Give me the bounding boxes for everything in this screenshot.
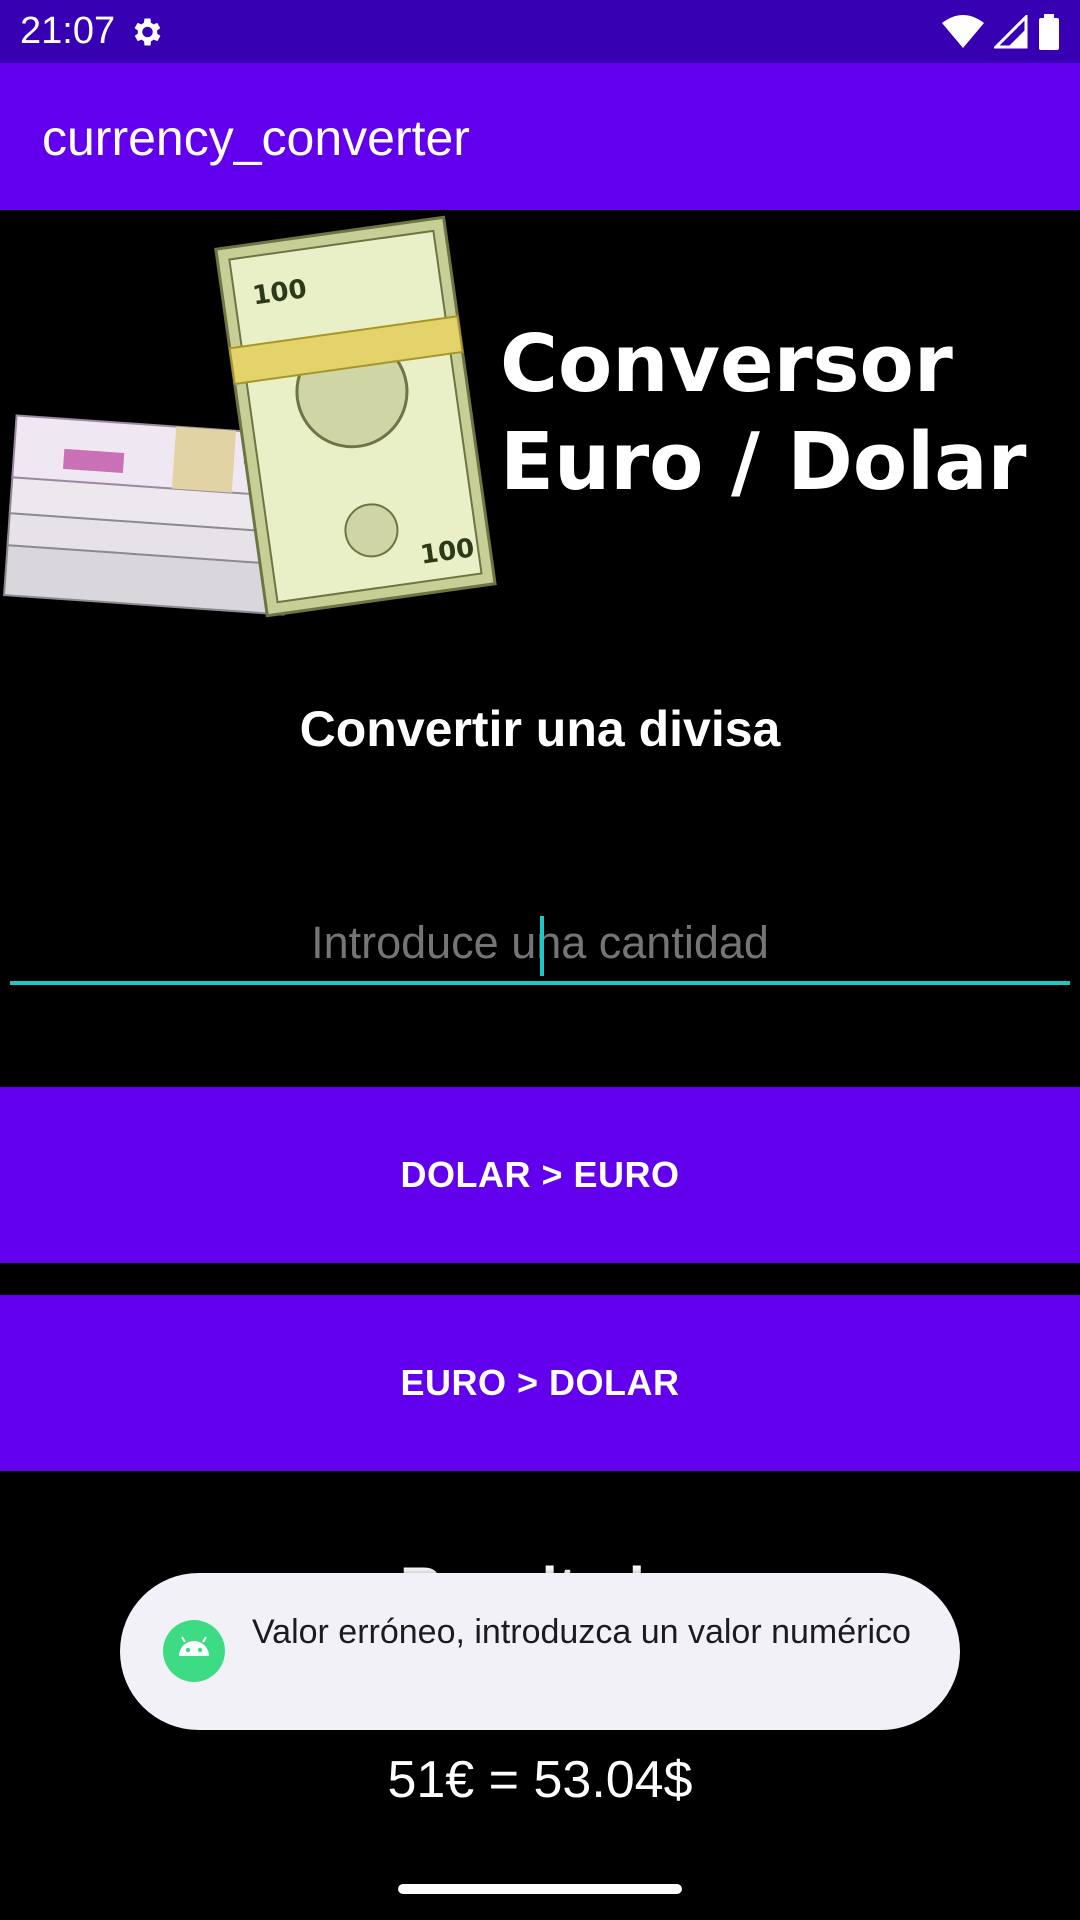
status-bar: 21:07 bbox=[0, 0, 1080, 63]
status-time: 21:07 bbox=[20, 10, 116, 52]
euro-to-dollar-button[interactable]: EURO > DOLAR bbox=[0, 1295, 1080, 1471]
cellular-signal-icon bbox=[994, 15, 1028, 49]
app-bar: currency_converter bbox=[0, 63, 1080, 210]
converter-heading: Convertir una divisa bbox=[299, 701, 781, 757]
text-cursor bbox=[540, 916, 544, 976]
result-value: 51€ = 53.04$ bbox=[387, 1751, 693, 1809]
status-icons bbox=[942, 12, 1060, 52]
toast-message: Valor erróneo, introduzca un valor numér… bbox=[252, 1613, 911, 1651]
banner-title: Conversor Euro / Dolar bbox=[500, 318, 1027, 508]
app-title: currency_converter bbox=[42, 110, 470, 166]
wifi-icon bbox=[942, 15, 984, 48]
settings-gear-icon bbox=[134, 18, 161, 46]
money-stack-illustration: 100 100 bbox=[2, 215, 497, 618]
gesture-nav-handle[interactable] bbox=[398, 1884, 682, 1894]
android-app-icon bbox=[163, 1620, 225, 1682]
toast: Valor erróneo, introduzca un valor numér… bbox=[120, 1573, 960, 1730]
battery-icon bbox=[1039, 14, 1059, 50]
dollar-to-euro-button[interactable]: DOLAR > EURO bbox=[0, 1087, 1080, 1263]
banner-image: 100 100 Conversor Euro / Dolar bbox=[0, 215, 1080, 625]
